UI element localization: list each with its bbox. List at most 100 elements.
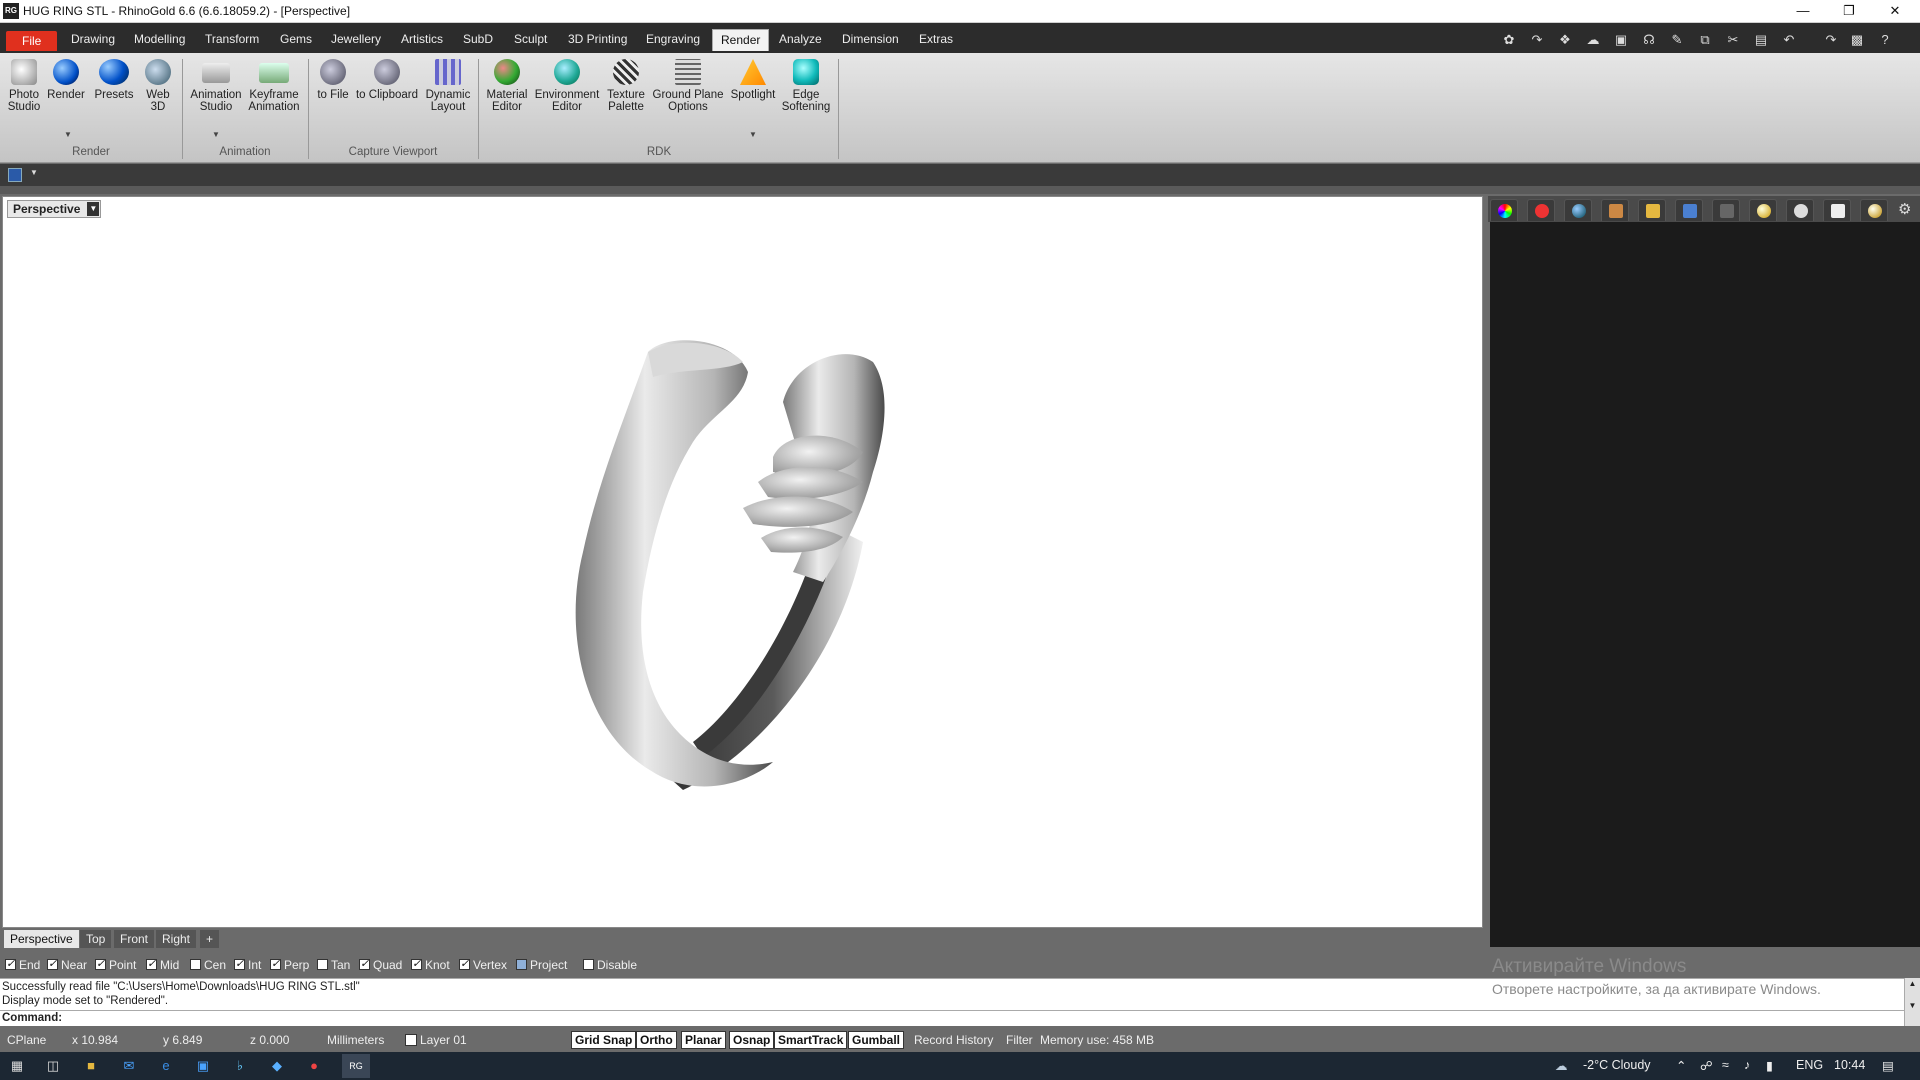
spotlight-button[interactable]: Spotlight [728, 59, 778, 101]
cut-icon[interactable]: ✂ [1724, 31, 1742, 49]
tab-top[interactable]: Top [80, 930, 112, 948]
add-viewport-tab-button[interactable]: + [200, 930, 220, 948]
web-3d-button[interactable]: Web 3D [140, 59, 176, 113]
clock[interactable]: 10:44 [1834, 1058, 1865, 1072]
osnap-mid[interactable]: Mid [146, 957, 179, 972]
menu-modelling[interactable]: Modelling [126, 29, 193, 51]
osnap-disable[interactable]: Disable [583, 958, 637, 972]
tray-expand-icon[interactable]: ⌃ [1676, 1058, 1686, 1073]
osnap-vertex[interactable]: Vertex [459, 957, 507, 972]
environment-editor-button[interactable]: Environment Editor [534, 59, 600, 113]
menu-render[interactable]: Render [712, 29, 770, 51]
render-dropdown-icon[interactable]: ▼ [64, 130, 72, 139]
flame-icon[interactable]: ✿ [1500, 31, 1518, 49]
chrome-icon[interactable]: ● [305, 1057, 323, 1075]
pen-icon[interactable]: ✎ [1668, 31, 1686, 49]
close-icon[interactable]: ✕ [1872, 0, 1918, 23]
app-blue-icon[interactable]: ◆ [268, 1057, 286, 1075]
properties-panel[interactable] [1490, 222, 1920, 947]
curve-tool-icon[interactable]: ↷ [1528, 31, 1546, 49]
volume-icon[interactable]: ♪ [1744, 1058, 1750, 1072]
tab-sphere-panel[interactable] [1564, 199, 1592, 221]
tab-gems-panel[interactable] [1527, 199, 1555, 221]
tab-perspective[interactable]: Perspective [4, 930, 79, 948]
ortho-toggle[interactable]: Ortho [636, 1031, 677, 1049]
osnap-cen[interactable]: Cen [190, 958, 226, 972]
perspective-viewport[interactable]: Perspective ▼ [2, 196, 1483, 928]
tab-home-panel[interactable] [1823, 199, 1851, 221]
tab-coin-panel[interactable] [1749, 199, 1777, 221]
osnap-point[interactable]: Point [95, 957, 136, 972]
help-icon[interactable]: ? [1876, 31, 1894, 49]
photo-studio-button[interactable]: Photo Studio [4, 59, 44, 113]
command-line[interactable]: Command: [0, 1010, 1904, 1026]
menu-analyze[interactable]: Analyze [771, 29, 830, 51]
animation-dropdown-icon[interactable]: ▼ [212, 130, 220, 139]
menu-sculpt[interactable]: Sculpt [506, 29, 555, 51]
panel-splitter[interactable] [0, 186, 1920, 194]
internet-explorer-icon[interactable]: e [157, 1057, 175, 1075]
toolbar-dropdown-icon[interactable]: ▼ [30, 168, 38, 177]
undo-icon[interactable]: ↶ [1780, 31, 1798, 49]
tab-gold-panel[interactable] [1860, 199, 1888, 221]
menu-artistics[interactable]: Artistics [393, 29, 451, 51]
texture-palette-button[interactable]: Texture Palette [602, 59, 650, 113]
gumball-toggle[interactable]: Gumball [848, 1031, 905, 1049]
spotlight-dropdown-icon[interactable]: ▼ [749, 130, 757, 139]
filter-toggle[interactable]: Filter [1006, 1033, 1033, 1047]
battery-icon[interactable]: ▮ [1766, 1058, 1773, 1073]
menu-gems[interactable]: Gems [272, 29, 320, 51]
osnap-quad[interactable]: Quad [359, 957, 402, 972]
osnap-end[interactable]: End [5, 957, 40, 972]
layer-selector[interactable]: Layer 01 [405, 1033, 467, 1047]
dynamic-layout-button[interactable]: Dynamic Layout [424, 59, 472, 113]
capture-to-clipboard-button[interactable]: to Clipboard [354, 59, 420, 101]
record-history-toggle[interactable]: Record History [914, 1033, 993, 1047]
scroll-up-icon[interactable]: ▲ [1905, 978, 1920, 990]
minimize-icon[interactable]: — [1780, 0, 1826, 23]
notifications-icon[interactable]: ▤ [1882, 1058, 1894, 1073]
ground-plane-options-button[interactable]: Ground Plane Options [652, 59, 724, 113]
paste-icon[interactable]: ▤ [1752, 31, 1770, 49]
wifi-icon[interactable]: ≈ [1722, 1058, 1729, 1072]
osnap-int[interactable]: Int [234, 957, 261, 972]
smarttrack-toggle[interactable]: SmartTrack [774, 1031, 848, 1049]
tab-front[interactable]: Front [114, 930, 155, 948]
osnap-knot[interactable]: Knot [411, 957, 450, 972]
history-scrollbar[interactable]: ▲ ▼ [1904, 978, 1920, 1026]
app-icon[interactable]: ♭ [231, 1057, 249, 1075]
microphone-icon[interactable]: ☊ [1640, 31, 1658, 49]
panel-settings-gear-icon[interactable]: ⚙ [1898, 200, 1911, 218]
toolbar-selector-icon[interactable] [8, 168, 22, 182]
menu-transform[interactable]: Transform [197, 29, 267, 51]
cloud-icon[interactable]: ☁ [1584, 31, 1602, 49]
film-icon[interactable]: ▣ [1612, 31, 1630, 49]
store-icon[interactable]: ▣ [194, 1057, 212, 1075]
save-icon[interactable]: ▩ [1848, 31, 1866, 49]
language-indicator[interactable]: ENG [1796, 1058, 1823, 1072]
keyframe-animation-button[interactable]: Keyframe Animation [246, 59, 302, 113]
file-explorer-icon[interactable]: ■ [82, 1057, 100, 1075]
menu-engraving[interactable]: Engraving [638, 29, 708, 51]
osnap-perp[interactable]: Perp [270, 957, 309, 972]
presets-button[interactable]: Presets [92, 59, 136, 101]
osnap-tan[interactable]: Tan [317, 958, 350, 972]
hug-ring-model[interactable] [543, 332, 943, 802]
tab-help-panel[interactable] [1786, 199, 1814, 221]
menu-subd[interactable]: SubD [455, 29, 501, 51]
edge-softening-button[interactable]: Edge Softening [778, 59, 834, 113]
copy-icon[interactable]: ⧉ [1696, 31, 1714, 49]
tab-display-panel[interactable] [1675, 199, 1703, 221]
viewport-menu-dropdown-icon[interactable]: ▼ [87, 202, 100, 216]
menu-drawing[interactable]: Drawing [63, 29, 123, 51]
mail-icon[interactable]: ✉ [120, 1057, 138, 1075]
tab-brush-panel[interactable] [1601, 199, 1629, 221]
tab-folder-panel[interactable] [1638, 199, 1666, 221]
tab-rg-panel[interactable] [1712, 199, 1740, 221]
tab-color-panel[interactable] [1490, 199, 1518, 221]
rhinogold-taskbar-icon[interactable]: RG [342, 1054, 370, 1078]
menu-jewellery[interactable]: Jewellery [323, 29, 389, 51]
network-icon[interactable]: ☍ [1700, 1058, 1713, 1073]
redo-icon[interactable]: ↷ [1822, 31, 1840, 49]
osnap-near[interactable]: Near [47, 957, 87, 972]
